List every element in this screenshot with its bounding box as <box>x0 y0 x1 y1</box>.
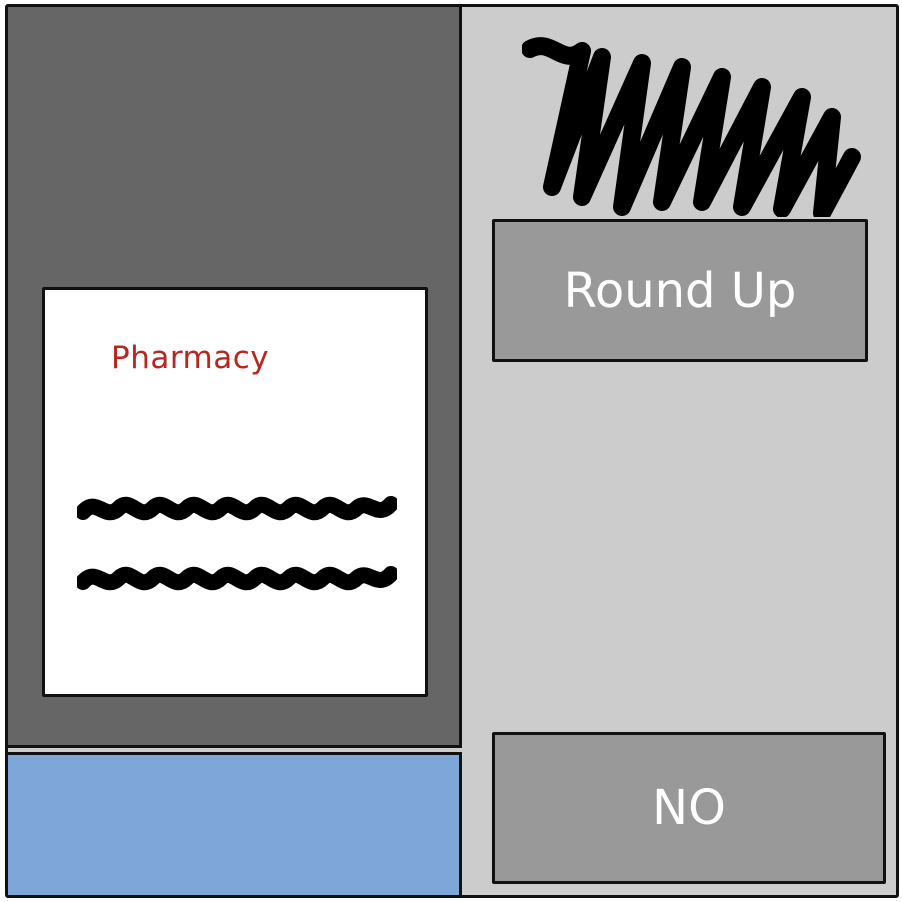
receipt-panel: Pharmacy <box>8 7 462 748</box>
round-up-button[interactable]: Round Up <box>492 219 868 362</box>
action-panel: Round Up NO <box>462 7 896 895</box>
receipt-card: Pharmacy <box>42 287 428 697</box>
no-button[interactable]: NO <box>492 732 886 884</box>
redacted-text-line-1 <box>77 496 397 521</box>
bottom-bar <box>8 752 462 895</box>
app-frame: Pharmacy Round Up NO <box>5 4 899 898</box>
merchant-name: Pharmacy <box>111 340 270 376</box>
redacted-heading <box>522 37 861 217</box>
redacted-text-line-2 <box>77 566 397 591</box>
